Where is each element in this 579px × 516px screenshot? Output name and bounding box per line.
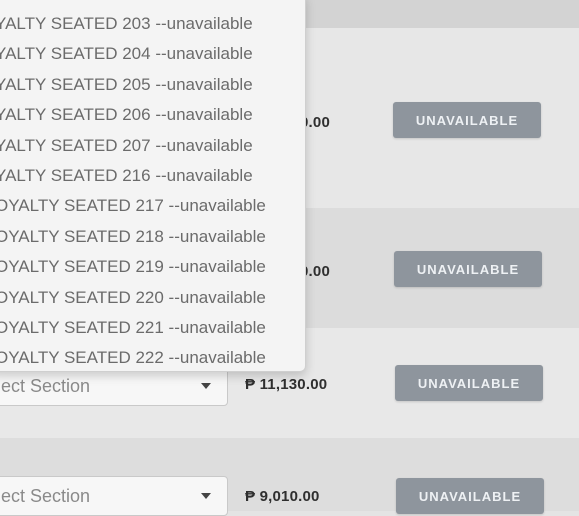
chevron-down-icon bbox=[201, 383, 211, 389]
dropdown-option[interactable]: YALTY SEATED 205 --unavailable bbox=[0, 70, 266, 100]
dropdown-option[interactable]: YALTY SEATED 203 --unavailable bbox=[0, 9, 266, 39]
dropdown-option[interactable]: YALTY SEATED 216 --unavailable bbox=[0, 161, 266, 191]
section-select-value: ect Section bbox=[1, 485, 91, 506]
dropdown-option[interactable]: YALTY SEATED 207 --unavailable bbox=[0, 131, 266, 161]
dropdown-option[interactable]: OYALTY SEATED 220 --unavailable bbox=[0, 283, 266, 313]
ticket-price: ₱ 11,130.00 bbox=[245, 376, 328, 393]
unavailable-button[interactable]: UNAVAILABLE bbox=[394, 251, 542, 287]
dropdown-option[interactable]: OYALTY SEATED 219 --unavailable bbox=[0, 252, 266, 282]
unavailable-button[interactable]: UNAVAILABLE bbox=[395, 365, 543, 401]
dropdown-option[interactable]: OYALTY SEATED 218 --unavailable bbox=[0, 222, 266, 252]
ticket-price: ₱ 9,010.00 bbox=[245, 488, 320, 505]
section-select[interactable]: ect Section bbox=[0, 476, 228, 516]
section-dropdown-list: YALTY SEATED 203 --unavailable YALTY SEA… bbox=[0, 0, 306, 372]
unavailable-button[interactable]: UNAVAILABLE bbox=[396, 478, 544, 514]
dropdown-option[interactable]: YALTY SEATED 204 --unavailable bbox=[0, 39, 266, 69]
dropdown-option[interactable]: YALTY SEATED 206 --unavailable bbox=[0, 100, 266, 130]
unavailable-button[interactable]: UNAVAILABLE bbox=[393, 102, 541, 138]
chevron-down-icon bbox=[201, 493, 211, 499]
section-select[interactable]: ect Section bbox=[0, 366, 228, 406]
dropdown-option[interactable]: OYALTY SEATED 221 --unavailable bbox=[0, 313, 266, 343]
dropdown-option[interactable]: OYALTY SEATED 217 --unavailable bbox=[0, 191, 266, 221]
section-select-value: ect Section bbox=[1, 375, 91, 396]
dropdown-option[interactable]: OYALTY SEATED 222 --unavailable bbox=[0, 343, 266, 371]
